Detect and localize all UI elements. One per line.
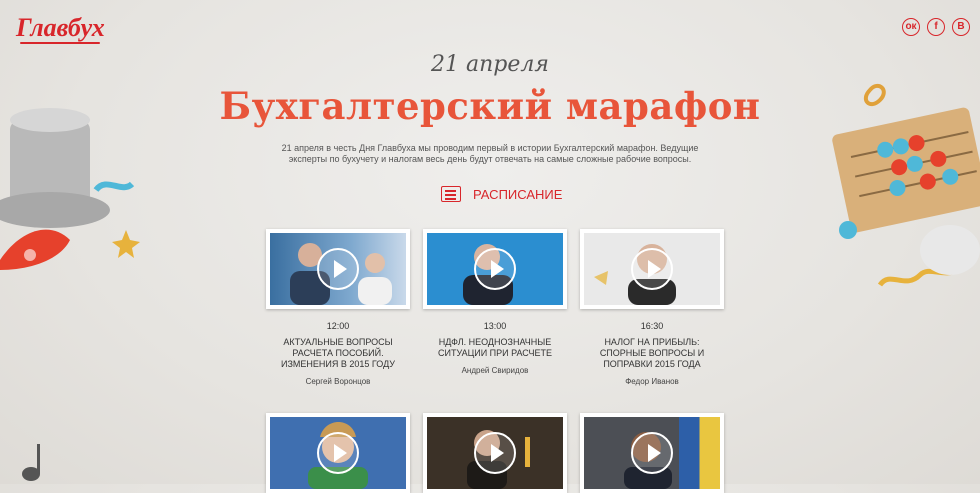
play-icon (317, 248, 359, 290)
session-card (580, 413, 724, 493)
schedule-list-icon (441, 186, 461, 202)
session-speaker: Сергей Воронцов (305, 377, 371, 386)
vkontakte-icon[interactable]: В (952, 18, 970, 36)
session-card (423, 413, 567, 493)
schedule-link[interactable]: РАСПИСАНИЕ (441, 186, 562, 202)
facebook-icon[interactable]: f (927, 18, 945, 36)
session-video-thumbnail[interactable] (266, 229, 410, 309)
logo-text: Главбух (16, 13, 105, 42)
session-speaker: Андрей Свиридов (461, 366, 529, 375)
session-card: 13:00 НДФЛ. НЕОДНОЗНАЧНЫЕ СИТУАЦИИ ПРИ Р… (423, 229, 567, 375)
play-icon (631, 248, 673, 290)
event-date: 21 апреля (431, 52, 549, 77)
session-speaker: Федор Иванов (625, 377, 679, 386)
session-video-thumbnail[interactable] (423, 413, 567, 493)
play-icon (474, 248, 516, 290)
session-title[interactable]: НАЛОГ НА ПРИБЫЛЬ: СПОРНЫЕ ВОПРОСЫ И ПОПР… (580, 337, 724, 370)
session-card: 12:00 АКТУАЛЬНЫЕ ВОПРОСЫ РАСЧЕТА ПОСОБИЙ… (266, 229, 410, 386)
session-video-thumbnail[interactable] (423, 229, 567, 309)
session-time: 16:30 (640, 321, 664, 331)
play-icon (631, 432, 673, 474)
logo-underline (20, 42, 100, 44)
session-time: 13:00 (483, 321, 507, 331)
session-video-thumbnail[interactable] (266, 413, 410, 493)
social-links: ок f В (902, 18, 970, 36)
odnoklassniki-icon[interactable]: ок (902, 18, 920, 36)
session-title[interactable]: АКТУАЛЬНЫЕ ВОПРОСЫ РАСЧЕТА ПОСОБИЙ. ИЗМЕ… (266, 337, 410, 370)
schedule-label: РАСПИСАНИЕ (473, 186, 563, 202)
session-time: 12:00 (326, 321, 350, 331)
play-icon (317, 432, 359, 474)
session-card: 16:30 НАЛОГ НА ПРИБЫЛЬ: СПОРНЫЕ ВОПРОСЫ … (580, 229, 724, 386)
play-icon (474, 432, 516, 474)
session-video-thumbnail[interactable] (580, 229, 724, 309)
session-video-thumbnail[interactable] (580, 413, 724, 493)
session-title[interactable]: НДФЛ. НЕОДНОЗНАЧНЫЕ СИТУАЦИИ ПРИ РАСЧЕТЕ (423, 337, 567, 359)
event-description: 21 апреля в честь Дня Главбуха мы провод… (281, 143, 699, 164)
page-title: Бухгалтерский марафон (219, 84, 761, 128)
session-card (266, 413, 410, 493)
music-note-decoration (22, 444, 40, 481)
